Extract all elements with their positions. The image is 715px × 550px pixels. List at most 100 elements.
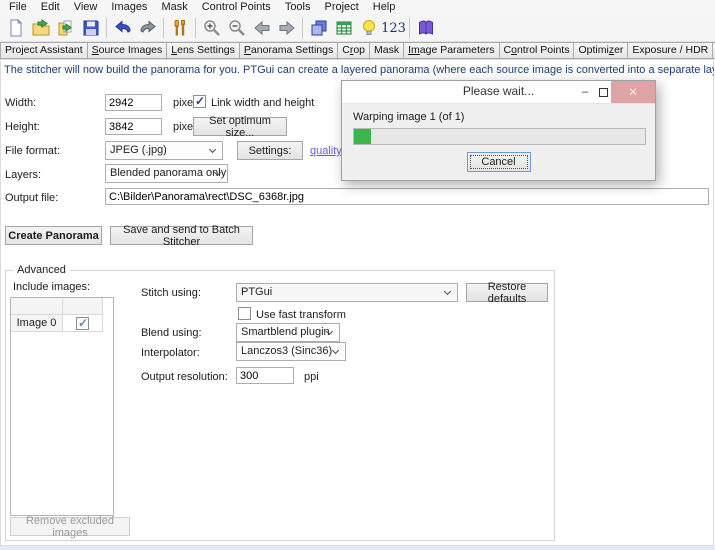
file-format-select[interactable]: JPEG (.jpg): [105, 141, 223, 160]
layered-panels-icon: [309, 18, 329, 38]
menu-view[interactable]: View: [67, 0, 105, 15]
copy-document-icon: [56, 18, 76, 38]
window-bottom-edge: [0, 546, 715, 550]
list-header-row: [11, 298, 113, 315]
layers-label: Layers:: [5, 169, 41, 181]
menu-bar: File Edit View Images Mask Control Point…: [0, 0, 715, 15]
toolbar-separator: [163, 18, 164, 38]
minimize-button[interactable]: –: [577, 81, 593, 103]
redo-icon: [138, 18, 158, 38]
tab-optimizer[interactable]: Optimizer: [573, 42, 628, 59]
tab-project-assistant[interactable]: Project Assistant: [0, 42, 88, 59]
set-optimum-size-button[interactable]: Set optimum size...: [193, 117, 287, 136]
blend-using-label: Blend using:: [141, 327, 202, 339]
image-include-checkbox[interactable]: [76, 317, 89, 330]
table-icon: [334, 18, 354, 38]
width-label: Width:: [5, 97, 36, 109]
height-input[interactable]: [105, 118, 162, 135]
output-file-label: Output file:: [5, 192, 58, 204]
open-folder-icon: [31, 18, 51, 38]
cancel-button[interactable]: Cancel: [467, 152, 531, 172]
list-header-cell: [63, 298, 103, 315]
menu-help[interactable]: Help: [366, 0, 403, 15]
previous-image-button[interactable]: [249, 16, 274, 40]
tools-button[interactable]: [167, 16, 192, 40]
chevron-down-icon: [332, 347, 339, 354]
toolbar-separator: [409, 18, 410, 38]
create-panorama-button[interactable]: Create Panorama: [5, 226, 102, 245]
panorama-editor-button[interactable]: [306, 16, 331, 40]
arrow-left-icon: [252, 18, 272, 38]
light-bulb-icon: [359, 18, 379, 38]
chevron-down-icon: [444, 288, 451, 295]
layers-select[interactable]: Blended panorama only: [105, 164, 228, 183]
advanced-group: Advanced Include images: Image 0 Stitch …: [5, 270, 555, 541]
menu-edit[interactable]: Edit: [34, 0, 67, 15]
detail-table-button[interactable]: [331, 16, 356, 40]
menu-mask[interactable]: Mask: [154, 0, 194, 15]
tab-panorama-settings[interactable]: Panorama Settings: [239, 42, 338, 59]
image-row-label: Image 0: [11, 315, 63, 332]
toolbar-separator: [302, 18, 303, 38]
use-fast-transform-checkbox[interactable]: [238, 307, 251, 320]
format-settings-button[interactable]: Settings:: [237, 141, 303, 160]
zoom-out-button[interactable]: [224, 16, 249, 40]
dialog-body: Warping image 1 (of 1) Cancel: [342, 103, 655, 180]
output-resolution-input[interactable]: [236, 367, 294, 384]
link-width-height-label: Link width and height: [211, 97, 314, 109]
stitch-using-label: Stitch using:: [141, 287, 201, 299]
progress-status-text: Warping image 1 (of 1): [353, 111, 464, 123]
zoom-out-icon: [227, 18, 247, 38]
book-icon: [416, 18, 436, 38]
undo-button[interactable]: [110, 16, 135, 40]
remove-excluded-images-button[interactable]: Remove excluded images: [10, 517, 130, 536]
tab-lens-settings[interactable]: Lens Settings: [166, 42, 240, 59]
next-image-button[interactable]: [274, 16, 299, 40]
output-file-input[interactable]: [105, 188, 709, 205]
use-fast-transform-label: Use fast transform: [256, 309, 346, 321]
add-images-button[interactable]: [53, 16, 78, 40]
zoom-in-icon: [202, 18, 222, 38]
tab-exposure-hdr[interactable]: Exposure / HDR: [627, 42, 713, 59]
dialog-title-bar[interactable]: Please wait... – ✕: [342, 81, 655, 103]
stitch-using-select[interactable]: PTGui: [236, 283, 458, 302]
maximize-button[interactable]: [595, 81, 611, 103]
width-input[interactable]: [105, 94, 162, 111]
redo-button[interactable]: [135, 16, 160, 40]
ptgui-window: File Edit View Images Mask Control Point…: [0, 0, 715, 550]
tab-image-parameters[interactable]: Image Parameters: [403, 42, 499, 59]
save-project-button[interactable]: [78, 16, 103, 40]
tab-bar: Project Assistant Source Images Lens Set…: [0, 42, 715, 59]
blend-using-select[interactable]: Smartblend plugin: [236, 323, 340, 342]
interpolator-label: Interpolator:: [141, 347, 200, 359]
link-width-height-checkbox[interactable]: [193, 95, 206, 108]
zoom-in-button[interactable]: [199, 16, 224, 40]
height-label: Height:: [5, 121, 40, 133]
tab-crop[interactable]: Crop: [337, 42, 370, 59]
interpolator-select[interactable]: Lanczos3 (Sinc36): [236, 342, 346, 361]
tab-control-points[interactable]: Control Points: [499, 42, 575, 59]
chevron-down-icon: [209, 146, 216, 153]
menu-control-points[interactable]: Control Points: [195, 0, 278, 15]
include-images-list[interactable]: Image 0: [10, 297, 114, 516]
menu-file[interactable]: File: [2, 0, 34, 15]
tab-source-images[interactable]: Source Images: [87, 42, 168, 59]
save-batch-stitcher-button[interactable]: Save and send to Batch Stitcher: [110, 226, 253, 245]
close-button[interactable]: ✕: [611, 81, 655, 103]
open-project-button[interactable]: [28, 16, 53, 40]
menu-tools[interactable]: Tools: [278, 0, 318, 15]
menu-images[interactable]: Images: [104, 0, 154, 15]
assistant-info-text: The stitcher will now build the panorama…: [4, 64, 714, 76]
tab-mask[interactable]: Mask: [369, 42, 404, 59]
restore-defaults-button[interactable]: Restore defaults: [466, 283, 548, 302]
file-format-label: File format:: [5, 145, 60, 157]
undo-icon: [113, 18, 133, 38]
list-header-cell: [11, 298, 63, 315]
image-row[interactable]: Image 0: [11, 315, 113, 332]
please-wait-dialog: Please wait... – ✕ Warping image 1 (of 1…: [341, 80, 656, 181]
menu-project[interactable]: Project: [318, 0, 366, 15]
tools-icon: [170, 18, 190, 38]
new-project-button[interactable]: [3, 16, 28, 40]
help-button[interactable]: [413, 16, 438, 40]
numeric-values-button[interactable]: 123: [381, 16, 406, 40]
